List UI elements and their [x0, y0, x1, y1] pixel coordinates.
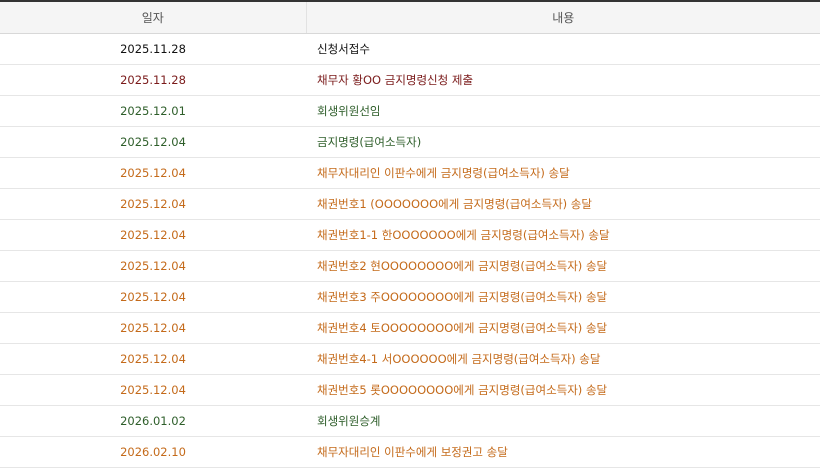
row-date: 2025.12.04 [0, 188, 306, 220]
column-header-date: 일자 [0, 2, 307, 34]
row-content: 채무자 황OO 금지명령신청 제출 [306, 64, 820, 96]
table-row: 2025.12.04 채권번호1-1 한OOOOOOO에게 금지명령(급여소득자)… [0, 219, 820, 251]
table-row: 2025.12.04 채권번호4-1 서OOOOOO에게 금지명령(급여소득자) … [0, 343, 820, 375]
table-row: 2025.11.28 채무자 황OO 금지명령신청 제출 [0, 64, 820, 96]
table-row: 2025.12.04 채권번호4 토OOOOOOOO에게 금지명령(급여소득자) … [0, 312, 820, 344]
row-content: 채권번호3 주OOOOOOOO에게 금지명령(급여소득자) 송달 [306, 281, 820, 313]
row-date: 2025.12.04 [0, 281, 306, 313]
table-row: 2025.12.04 채권번호5 롯OOOOOOOO에게 금지명령(급여소득자) … [0, 374, 820, 406]
row-content: 채무자대리인 이판수에게 금지명령(급여소득자) 송달 [306, 157, 820, 189]
row-content: 회생위원승계 [306, 405, 820, 437]
row-date: 2025.12.01 [0, 95, 306, 127]
case-progress-table: 일자 내용 2025.11.28 신청서접수 2025.11.28 채무자 황OO 금… [0, 0, 820, 473]
row-content: 채권번호4-1 서OOOOOO에게 금지명령(급여소득자) 송달 [306, 343, 820, 375]
row-date: 2025.11.28 [0, 64, 306, 96]
table-row: 2026.01.02 회생위원승계 [0, 405, 820, 437]
row-date: 2025.12.04 [0, 126, 306, 158]
row-content: 채권번호4 토OOOOOOOO에게 금지명령(급여소득자) 송달 [306, 312, 820, 344]
row-content: 채권번호5 롯OOOOOOOO에게 금지명령(급여소득자) 송달 [306, 374, 820, 406]
column-header-content: 내용 [306, 2, 820, 34]
row-date: 2025.12.04 [0, 374, 306, 406]
table-row: 2026.02.10 채무자대리인 이판수에게 보정권고 송달 [0, 436, 820, 468]
table-row: 2025.11.28 신청서접수 [0, 33, 820, 65]
row-date: 2025.12.04 [0, 219, 306, 251]
table-header: 일자 내용 [0, 2, 820, 34]
row-date: 2025.12.04 [0, 250, 306, 282]
row-content: 금지명령(급여소득자) [306, 126, 820, 158]
table-body: 2025.11.28 신청서접수 2025.11.28 채무자 황OO 금지명령신청 … [0, 33, 820, 468]
row-date: 2026.01.02 [0, 405, 306, 437]
table-row: 2025.12.04 채무자대리인 이판수에게 금지명령(급여소득자) 송달 [0, 157, 820, 189]
table-row: 2025.12.01 회생위원선임 [0, 95, 820, 127]
row-content: 채무자대리인 이판수에게 보정권고 송달 [306, 436, 820, 468]
row-content: 채권번호1 (OOOOOOO에게 금지명령(급여소득자) 송달 [306, 188, 820, 220]
table-row: 2025.12.04 채권번호2 현OOOOOOOO에게 금지명령(급여소득자) … [0, 250, 820, 282]
header-row: 일자 내용 [0, 2, 820, 34]
row-date: 2025.12.04 [0, 157, 306, 189]
table-row: 2025.12.04 금지명령(급여소득자) [0, 126, 820, 158]
row-date: 2025.11.28 [0, 33, 306, 65]
row-date: 2026.02.10 [0, 436, 306, 468]
progress-table: 일자 내용 2025.11.28 신청서접수 2025.11.28 채무자 황OO 금… [0, 2, 820, 468]
table-row: 2025.12.04 채권번호1 (OOOOOOO에게 금지명령(급여소득자) 송… [0, 188, 820, 220]
table-row: 2025.12.04 채권번호3 주OOOOOOOO에게 금지명령(급여소득자) … [0, 281, 820, 313]
row-content: 채권번호2 현OOOOOOOO에게 금지명령(급여소득자) 송달 [306, 250, 820, 282]
row-date: 2025.12.04 [0, 343, 306, 375]
row-content: 채권번호1-1 한OOOOOOO에게 금지명령(급여소득자) 송달 [306, 219, 820, 251]
row-date: 2025.12.04 [0, 312, 306, 344]
row-content: 신청서접수 [306, 33, 820, 65]
row-content: 회생위원선임 [306, 95, 820, 127]
